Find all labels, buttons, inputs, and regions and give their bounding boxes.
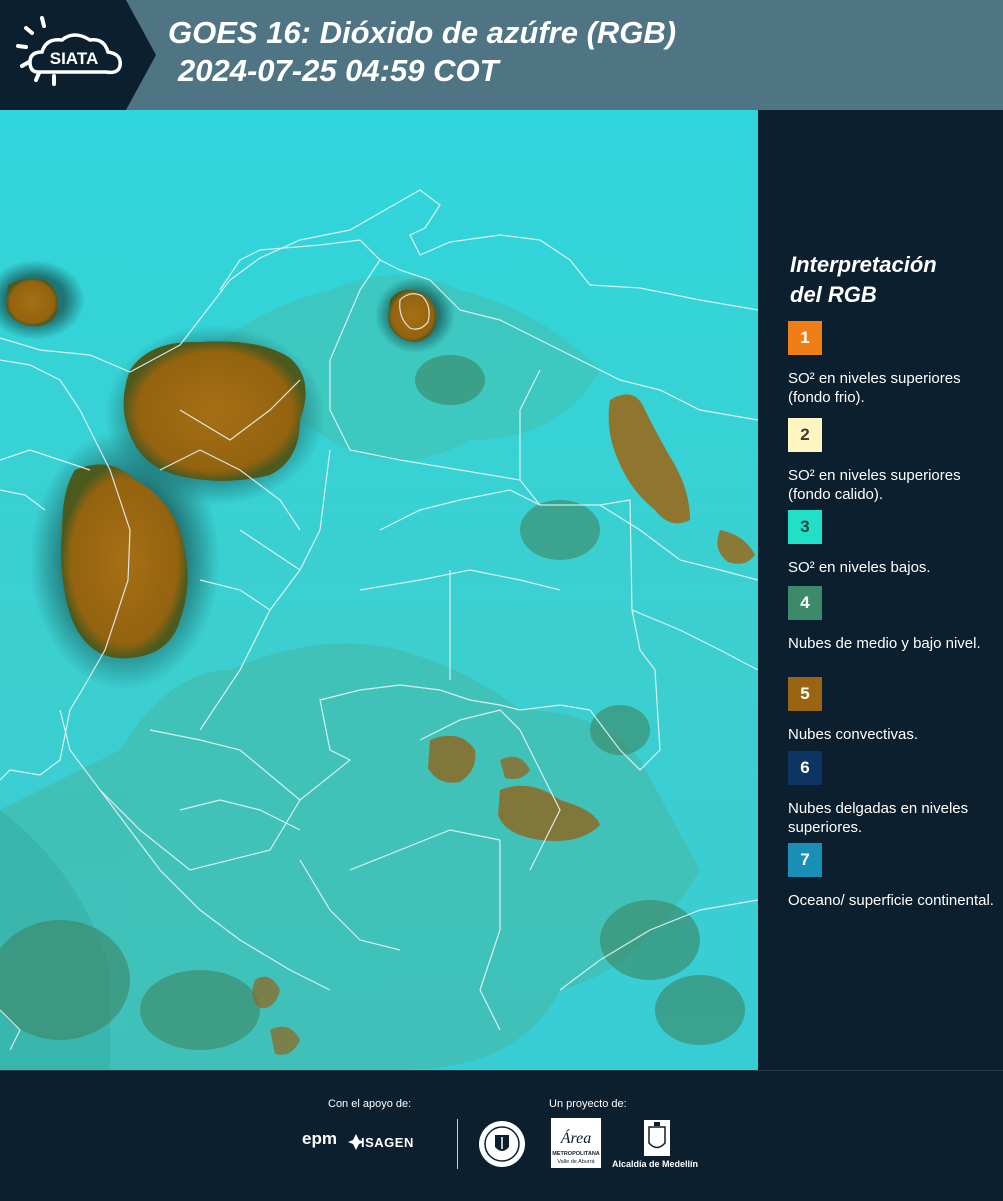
legend-swatch-7: 7 bbox=[788, 843, 822, 877]
title-line-2: 2024-07-25 04:59 COT bbox=[178, 53, 499, 88]
legend-label-5: Nubes convectivas. bbox=[788, 726, 919, 743]
legend-label-4: Nubes de medio y bajo nivel. bbox=[788, 635, 981, 652]
legend-label-7: Oceano/ superficie continental. bbox=[788, 892, 994, 909]
legend-item-7: 7 Oceano/ superficie continental. bbox=[788, 843, 998, 910]
satellite-map bbox=[0, 110, 758, 1070]
legend-title-line-1: Interpretación bbox=[790, 252, 937, 277]
legend-swatch-6: 6 bbox=[788, 751, 822, 785]
legend-label-1: SO² en niveles superiores (fondo frio). bbox=[788, 370, 961, 406]
svg-text:Área: Área bbox=[560, 1128, 592, 1147]
svg-text:METROPOLITANA: METROPOLITANA bbox=[552, 1151, 600, 1157]
legend-item-3: 3 SO² en niveles bajos. bbox=[788, 510, 998, 577]
page-title: GOES 16: Dióxido de azúfre (RGB) 2024-07… bbox=[168, 14, 676, 90]
support-label: Con el apoyo de: bbox=[328, 1098, 412, 1110]
medellin-seal-icon bbox=[479, 1121, 525, 1167]
siata-logo: SIATA bbox=[0, 0, 158, 110]
legend-title-line-2: del RGB bbox=[790, 282, 877, 307]
legend-swatch-2: 2 bbox=[788, 418, 822, 452]
legend-panel: Interpretación del RGB 1 SO² en niveles … bbox=[758, 110, 1003, 1070]
footer: Con el apoyo de: Un proyecto de: epm ISA… bbox=[0, 1070, 1003, 1201]
legend-label-2: SO² en niveles superiores (fondo calido)… bbox=[788, 467, 961, 503]
area-metropolitana-logo: Área METROPOLITANA Valle de Aburrá bbox=[551, 1118, 601, 1168]
isagen-logo: ISAGEN bbox=[361, 1135, 414, 1150]
title-line-1: GOES 16: Dióxido de azúfre (RGB) bbox=[168, 15, 677, 50]
legend-swatch-3: 3 bbox=[788, 510, 822, 544]
legend-item-6: 6 Nubes delgadas en niveles superiores. bbox=[788, 751, 998, 837]
siata-logo-text: SIATA bbox=[50, 49, 98, 68]
alcaldia-medellin-label: Alcaldía de Medellín bbox=[612, 1159, 699, 1169]
legend-label-6: Nubes delgadas en niveles superiores. bbox=[788, 800, 969, 836]
legend-item-1: 1 SO² en niveles superiores (fondo frio)… bbox=[788, 321, 998, 407]
legend-label-3: SO² en niveles bajos. bbox=[788, 559, 931, 576]
legend-item-5: 5 Nubes convectivas. bbox=[788, 677, 998, 744]
epm-logo: epm bbox=[302, 1129, 337, 1148]
legend-item-2: 2 SO² en niveles superiores (fondo calid… bbox=[788, 418, 998, 504]
project-label: Un proyecto de: bbox=[549, 1098, 627, 1110]
legend-swatch-5: 5 bbox=[788, 677, 822, 711]
legend-item-4: 4 Nubes de medio y bajo nivel. bbox=[788, 586, 998, 653]
footer-divider bbox=[457, 1119, 458, 1169]
header-bar: SIATA GOES 16: Dióxido de azúfre (RGB) 2… bbox=[0, 0, 1003, 110]
legend-title: Interpretación del RGB bbox=[790, 250, 937, 310]
svg-text:Valle de Aburrá: Valle de Aburrá bbox=[557, 1159, 595, 1165]
legend-swatch-4: 4 bbox=[788, 586, 822, 620]
legend-swatch-1: 1 bbox=[788, 321, 822, 355]
medellin-coat-of-arms-icon bbox=[644, 1120, 670, 1156]
